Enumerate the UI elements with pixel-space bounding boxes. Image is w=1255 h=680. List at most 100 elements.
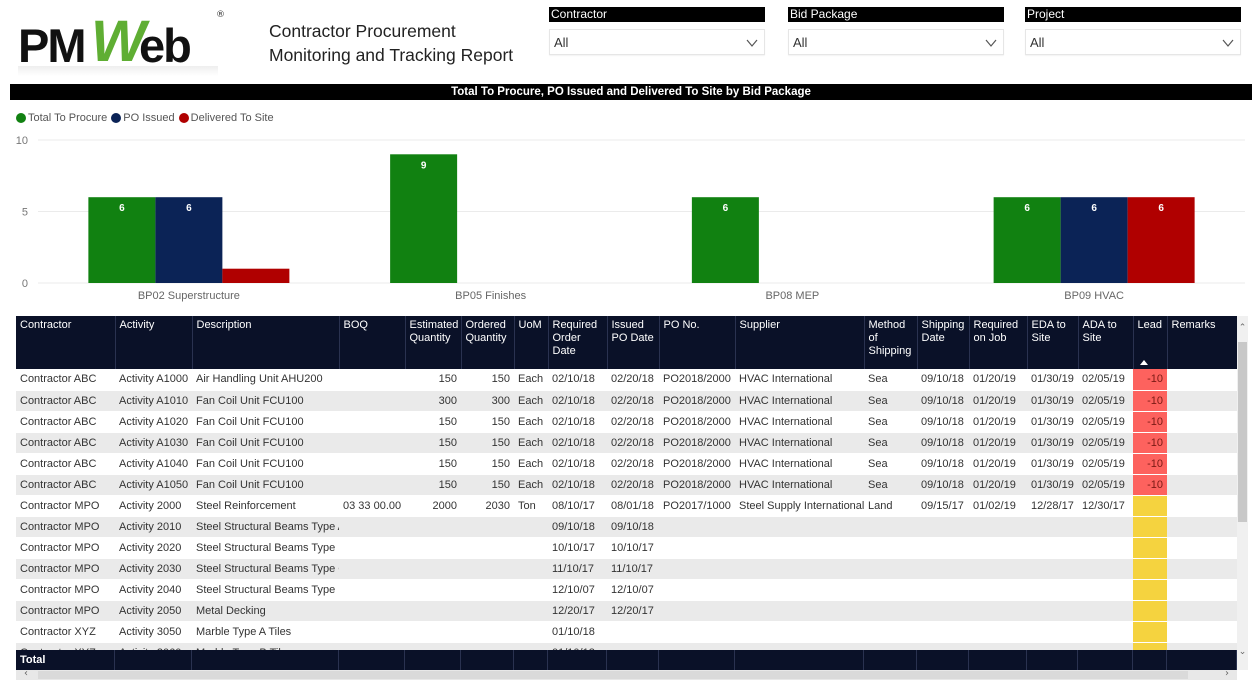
- table-row[interactable]: Contractor MPO Activity 2000 Steel Reinfor…: [16, 495, 1237, 517]
- scroll-up-icon[interactable]: ⌃: [1237, 322, 1248, 334]
- vertical-scroll-thumb[interactable]: [1238, 342, 1247, 522]
- cell-ordered-quantity: [461, 600, 514, 622]
- bar-delivered-to-site[interactable]: [222, 268, 290, 283]
- column-header-estimated-quantity[interactable]: Estimated Quantity: [405, 316, 462, 369]
- cell-contractor: Contractor MPO: [16, 495, 115, 517]
- legend-item-delivered-to-site[interactable]: Delivered To Site: [178, 112, 274, 124]
- table-row[interactable]: Contractor MPO Activity 2010 Steel Structu…: [16, 516, 1237, 538]
- cell-remarks: [1167, 474, 1237, 496]
- cell-method-of-shipping: [864, 600, 917, 622]
- cell-supplier: [735, 516, 864, 538]
- column-header-boq[interactable]: BOQ: [339, 316, 406, 369]
- cell-method-of-shipping: Sea: [864, 453, 917, 475]
- column-header-description[interactable]: Description: [192, 316, 340, 369]
- cell-description: Marble Type A Tiles: [192, 621, 339, 643]
- table-row[interactable]: Contractor XYZ Activity 3050 Marble Type A…: [16, 621, 1237, 643]
- table-row[interactable]: Contractor ABC Activity A1050 Fan Coil Uni…: [16, 474, 1237, 496]
- column-header-remarks[interactable]: Remarks: [1167, 316, 1238, 369]
- bid-package-dropdown[interactable]: All: [788, 29, 1004, 55]
- contractor-dropdown[interactable]: All: [549, 29, 765, 55]
- column-header-activity[interactable]: Activity: [115, 316, 193, 369]
- horizontal-scrollbar[interactable]: ‹ ›: [16, 668, 1237, 680]
- chevron-down-icon: [1222, 39, 1234, 47]
- cell-boq: [339, 600, 405, 622]
- cell-method-of-shipping: Sea: [864, 390, 917, 412]
- cell-eda-to-site: 01/30/19: [1027, 390, 1078, 412]
- cell-method-of-shipping: Sea: [864, 369, 917, 391]
- cell-ordered-quantity: 150: [461, 432, 514, 454]
- cell-issued-po-date: 02/20/18: [607, 432, 659, 454]
- column-header-contractor[interactable]: Contractor: [16, 316, 116, 369]
- project-dropdown[interactable]: All: [1025, 29, 1241, 55]
- column-header-required-order-date[interactable]: Required Order Date: [548, 316, 608, 369]
- column-header-ordered-quantity[interactable]: Ordered Quantity: [461, 316, 515, 369]
- cell-required-order-date: 11/10/17: [548, 558, 607, 580]
- total-cell: [659, 650, 735, 670]
- horizontal-scroll-thumb[interactable]: [38, 671, 1188, 679]
- cell-shipping-date: 09/10/18: [917, 474, 969, 496]
- column-header-issued-po-date[interactable]: Issued PO Date: [607, 316, 660, 369]
- cell-issued-po-date: 11/10/17: [607, 558, 659, 580]
- cell-ada-to-site: 02/05/19: [1078, 453, 1133, 475]
- table-row[interactable]: Contractor MPO Activity 2030 Steel Structu…: [16, 558, 1237, 580]
- cell-lead: [1133, 600, 1167, 622]
- legend-item-po-issued[interactable]: PO Issued: [111, 112, 175, 124]
- cell-required-order-date: 10/10/17: [548, 537, 607, 559]
- column-header-supplier[interactable]: Supplier: [735, 316, 865, 369]
- cell-remarks: [1167, 495, 1237, 517]
- cell-supplier: HVAC International: [735, 474, 864, 496]
- cell-issued-po-date: 09/10/18: [607, 516, 659, 538]
- table-row[interactable]: Contractor MPO Activity 2040 Steel Structu…: [16, 579, 1237, 601]
- table-row[interactable]: Contractor ABC Activity A1000 Air Handling…: [16, 369, 1237, 391]
- cell-required-on-job: 01/20/19: [969, 390, 1027, 412]
- bar-total-to-procure[interactable]: [390, 154, 458, 283]
- cell-activity: Activity 3050: [115, 621, 192, 643]
- vertical-scrollbar[interactable]: ⌃ ⌄: [1237, 316, 1248, 670]
- cell-supplier: [735, 621, 864, 643]
- cell-lead: -10: [1133, 432, 1167, 454]
- report-title: Contractor Procurement Monitoring and Tr…: [269, 21, 514, 65]
- sort-ascending-icon[interactable]: [1139, 360, 1148, 365]
- cell-supplier: HVAC International: [735, 453, 864, 475]
- column-header-po-no[interactable]: PO No.: [659, 316, 736, 369]
- legend-item-total-to-procure[interactable]: Total To Procure: [16, 112, 107, 124]
- cell-required-on-job: [969, 516, 1027, 538]
- column-header-shipping-date[interactable]: Shipping Date: [917, 316, 970, 369]
- cell-po-no: PO2018/2000: [659, 411, 735, 433]
- cell-lead: [1133, 621, 1167, 643]
- table-row[interactable]: Contractor ABC Activity A1010 Fan Coil Uni…: [16, 390, 1237, 412]
- column-header-lead[interactable]: Lead: [1133, 316, 1168, 369]
- cell-issued-po-date: 12/20/17: [607, 600, 659, 622]
- cell-estimated-quantity: [405, 558, 461, 580]
- cell-lead: [1133, 558, 1167, 580]
- table-row[interactable]: Contractor MPO Activity 2050 Metal Decking…: [16, 600, 1237, 622]
- scroll-down-icon[interactable]: ⌄: [1237, 646, 1248, 658]
- cell-po-no: [659, 558, 735, 580]
- scroll-right-icon[interactable]: ›: [1225, 668, 1229, 679]
- table-row[interactable]: Contractor ABC Activity A1040 Fan Coil Uni…: [16, 453, 1237, 475]
- column-header-required-on-job[interactable]: Required on Job: [969, 316, 1028, 369]
- cell-activity: Activity 2020: [115, 537, 192, 559]
- cell-activity: Activity 2050: [115, 600, 192, 622]
- cell-boq: [339, 369, 405, 391]
- total-cell: [1027, 650, 1078, 670]
- table-row[interactable]: Contractor MPO Activity 2020 Steel Structu…: [16, 537, 1237, 559]
- cell-eda-to-site: [1027, 579, 1078, 601]
- column-header-uom[interactable]: UoM: [514, 316, 549, 369]
- cell-supplier: [735, 600, 864, 622]
- cell-activity: Activity A1010: [115, 390, 192, 412]
- cell-description: Steel Reinforcement: [192, 495, 339, 517]
- cell-ordered-quantity: [461, 579, 514, 601]
- cell-po-no: PO2018/2000: [659, 369, 735, 391]
- cell-required-order-date: 12/20/17: [548, 600, 607, 622]
- column-header-method-of-shipping[interactable]: Method of Shipping: [864, 316, 918, 369]
- x-tick-label: BP02 Superstructure: [138, 290, 240, 302]
- column-header-ada-to-site[interactable]: ADA to Site: [1078, 316, 1134, 369]
- scroll-left-icon[interactable]: ‹: [24, 668, 28, 679]
- table-row[interactable]: Contractor ABC Activity A1030 Fan Coil Uni…: [16, 432, 1237, 454]
- cell-activity: Activity A1030: [115, 432, 192, 454]
- column-header-eda-to-site[interactable]: EDA to Site: [1027, 316, 1079, 369]
- cell-po-no: PO2017/1000: [659, 495, 735, 517]
- table-row[interactable]: Contractor ABC Activity A1020 Fan Coil Uni…: [16, 411, 1237, 433]
- cell-ordered-quantity: 150: [461, 474, 514, 496]
